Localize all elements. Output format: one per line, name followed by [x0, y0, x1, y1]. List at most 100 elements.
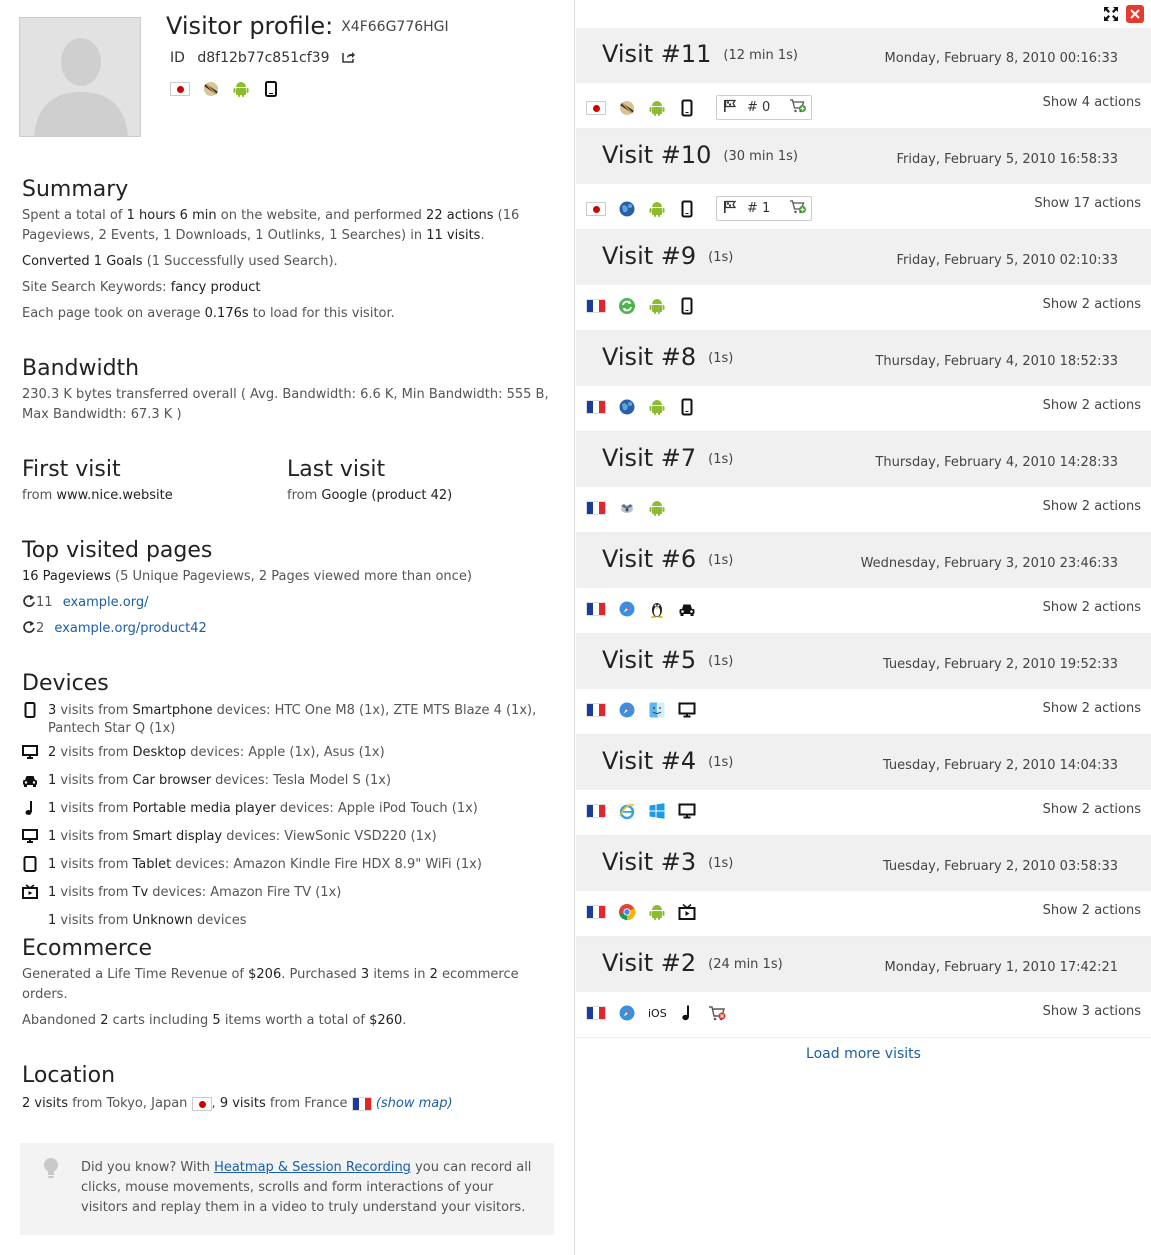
last-visit-value: Google (product 42): [321, 488, 453, 503]
page-count: 2: [36, 621, 45, 636]
visit-card: Visit #3 (1s) Tuesday, February 2, 2010 03…: [576, 836, 1151, 937]
visit-duration: (24 min 1s): [708, 957, 783, 972]
share-icon[interactable]: [342, 50, 356, 67]
cart-add-icon: [789, 199, 807, 219]
safari-icon: [618, 1004, 636, 1022]
visit-number: Visit #6: [602, 545, 697, 573]
visit-title: Visit #10 (30 min 1s): [602, 141, 798, 169]
device-row: 1 visits from Car browser devices: Tesla…: [22, 772, 552, 794]
device-row: 2 visits from Desktop devices: Apple (1x…: [22, 744, 552, 766]
panel-controls: [1102, 5, 1144, 23]
visit-header: Visit #3 (1s) Tuesday, February 2, 2010 03…: [576, 836, 1151, 891]
chrome-icon: [618, 903, 636, 921]
car-icon: [678, 600, 696, 618]
profile-icons: [170, 80, 280, 98]
visit-duration: (12 min 1s): [723, 48, 798, 63]
device-row: 3 visits from Smartphone devices: HTC On…: [22, 702, 552, 738]
visit-goal-badge[interactable]: # 0: [716, 95, 812, 120]
visit-icons: # 1: [586, 196, 812, 221]
profile-title: Visitor profile: X4F66G776HGI: [166, 12, 449, 40]
globe-browser-icon: [618, 398, 636, 416]
android-icon: [648, 398, 666, 416]
visit-details: # 1 Show 17 actions: [576, 184, 1151, 229]
first-visit-value: www.nice.website: [56, 488, 173, 503]
last-visit-section: Last visit from Google (product 42): [287, 456, 547, 506]
android-icon: [232, 80, 250, 98]
visit-number: Visit #4: [602, 747, 697, 775]
smart-display-icon: [22, 828, 48, 850]
visit-date: Tuesday, February 2, 2010 03:58:33: [882, 859, 1118, 874]
globe-browser-icon: [618, 200, 636, 218]
show-actions-link[interactable]: Show 2 actions: [1043, 398, 1141, 413]
id-label: ID: [170, 50, 185, 66]
expand-icon[interactable]: [1102, 5, 1120, 23]
heatmap-session-recording-link[interactable]: Heatmap & Session Recording: [214, 1160, 411, 1175]
visit-header: Visit #9 (1s) Friday, February 5, 2010 02:…: [576, 230, 1151, 285]
visit-duration: (1s): [708, 250, 734, 265]
page-count: 11: [36, 595, 53, 610]
visit-duration: (1s): [708, 452, 734, 467]
profile-id-row: ID d8f12b77c851cf39: [170, 50, 356, 67]
visit-card: Visit #9 (1s) Friday, February 5, 2010 02:…: [576, 230, 1151, 331]
show-actions-link[interactable]: Show 17 actions: [1034, 196, 1141, 211]
ios-icon: iOS: [648, 1006, 667, 1020]
japan-flag-icon: [191, 1096, 212, 1111]
desktop-icon: [22, 744, 48, 766]
load-more-visits-link[interactable]: Load more visits: [576, 1046, 1151, 1062]
show-actions-link[interactable]: Show 4 actions: [1043, 95, 1141, 110]
visit-goal-badge[interactable]: # 1: [716, 196, 812, 221]
ie-icon: [618, 802, 636, 820]
summary-line-keywords: Site Search Keywords: fancy product: [22, 280, 261, 295]
tv-icon: [678, 903, 696, 921]
devices-section: Devices 3 visits from Smartphone devices…: [22, 670, 552, 936]
bandwidth-section: Bandwidth 230.3 K bytes transferred over…: [22, 355, 552, 425]
visit-title: Visit #4 (1s): [602, 747, 733, 775]
flag-goal-icon: [723, 200, 737, 218]
show-actions-link[interactable]: Show 2 actions: [1043, 802, 1141, 817]
show-actions-link[interactable]: Show 2 actions: [1043, 297, 1141, 312]
show-actions-link[interactable]: Show 2 actions: [1043, 600, 1141, 615]
visit-date: Tuesday, February 2, 2010 19:52:33: [882, 657, 1118, 672]
visit-duration: (1s): [708, 654, 734, 669]
visit-number: Visit #11: [602, 40, 712, 68]
did-you-know-tip: Did you know? With Heatmap & Session Rec…: [20, 1143, 554, 1235]
safari-icon: [618, 701, 636, 719]
visit-header: Visit #6 (1s) Wednesday, February 3, 2010 …: [576, 533, 1151, 588]
page-link[interactable]: example.org/product42: [54, 621, 206, 636]
visit-icons: [586, 701, 696, 719]
last-visit-from: from: [287, 488, 318, 503]
visitor-profile-left-panel: Visitor profile: X4F66G776HGI ID d8f12b77…: [0, 0, 574, 1255]
show-map-link[interactable]: (show map): [376, 1096, 453, 1111]
device-row: 1 visits from Portable media player devi…: [22, 800, 552, 822]
location-section: Location 2 visits from Tokyo, Japan , 9 …: [22, 1062, 552, 1114]
visit-title: Visit #2 (24 min 1s): [602, 949, 783, 977]
france-flag-icon: [586, 905, 606, 919]
music-note-icon: [22, 800, 48, 822]
ecommerce-heading: Ecommerce: [22, 936, 153, 961]
smartphone-icon: [22, 702, 48, 724]
show-actions-link[interactable]: Show 2 actions: [1043, 903, 1141, 918]
visit-number: Visit #9: [602, 242, 697, 270]
visit-details: Show 2 actions: [576, 588, 1151, 633]
mac-finder-icon: [648, 701, 666, 719]
show-actions-link[interactable]: Show 3 actions: [1043, 1004, 1141, 1019]
visit-number: Visit #3: [602, 848, 697, 876]
france-flag-icon: [586, 501, 606, 515]
location-text: 2 visits from Tokyo, Japan , 9 visits fr…: [22, 1096, 453, 1111]
visit-date: Thursday, February 4, 2010 18:52:33: [875, 354, 1118, 369]
device-row: 1 visits from Tv devices: Amazon Fire TV…: [22, 884, 552, 906]
visit-duration: (1s): [708, 351, 734, 366]
show-actions-link[interactable]: Show 2 actions: [1043, 701, 1141, 716]
page-link[interactable]: example.org/: [63, 595, 149, 610]
first-visit-section: First visit from www.nice.website: [22, 456, 272, 506]
flag-goal-icon: [723, 99, 737, 117]
visit-card: Visit #11 (12 min 1s) Monday, February 8, …: [576, 28, 1151, 129]
show-actions-link[interactable]: Show 2 actions: [1043, 499, 1141, 514]
device-row: 1 visits from Tablet devices: Amazon Kin…: [22, 856, 552, 878]
tablet-icon: [262, 80, 280, 98]
visit-date: Tuesday, February 2, 2010 14:04:33: [882, 758, 1118, 773]
visit-number: Visit #8: [602, 343, 697, 371]
cart-abandoned-icon: [708, 1004, 726, 1022]
close-button[interactable]: [1126, 5, 1144, 23]
top-pages-section: Top visited pages 16 Pageviews (5 Unique…: [22, 537, 552, 639]
